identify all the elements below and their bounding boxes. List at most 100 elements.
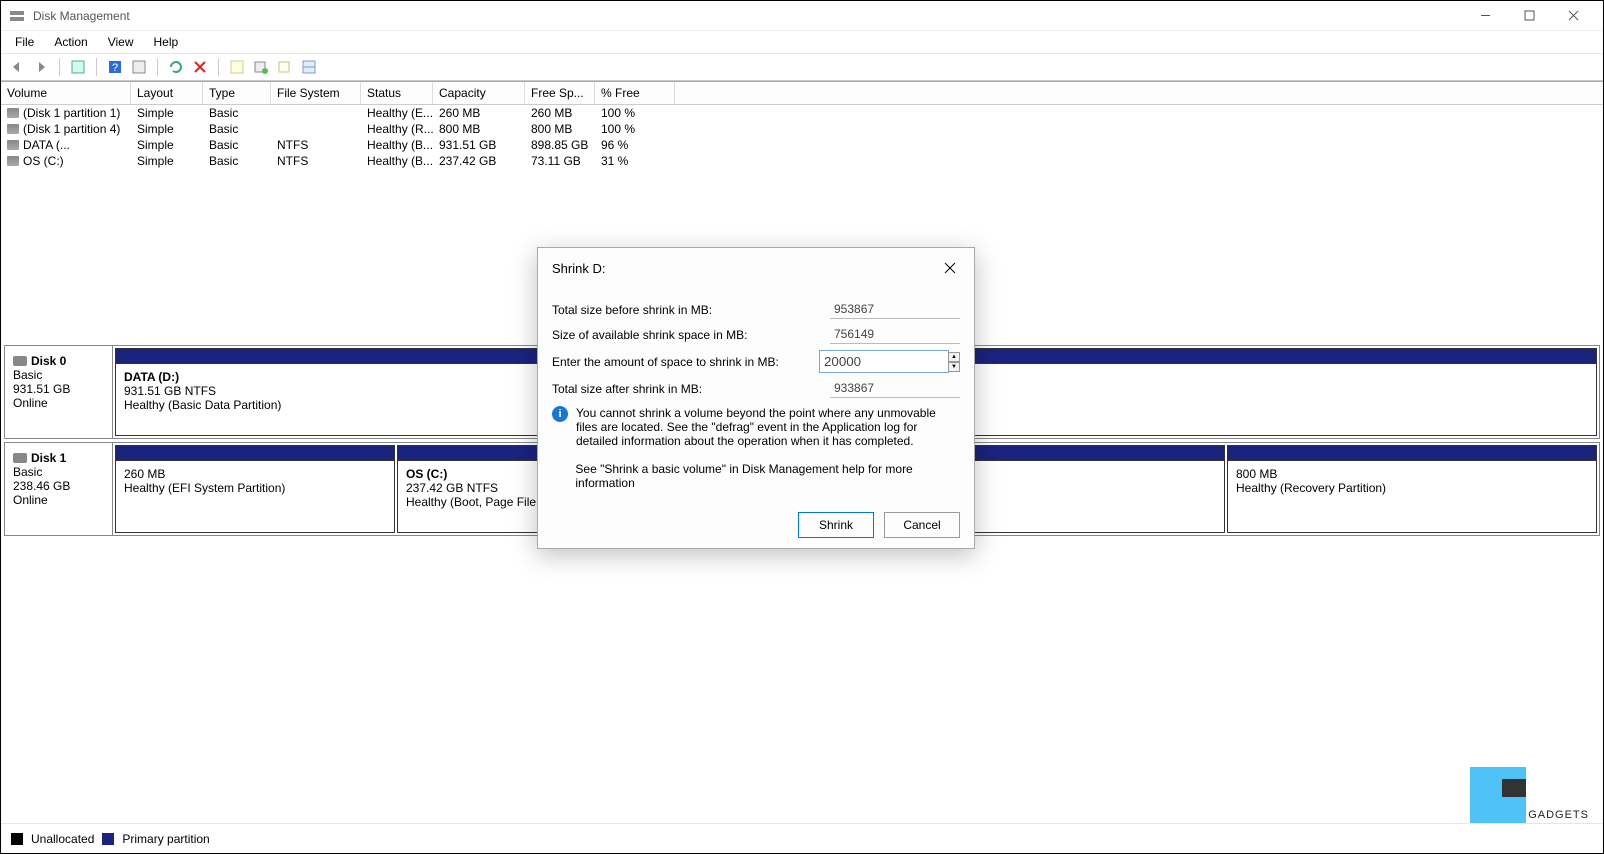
help-icon[interactable]: ? <box>105 57 125 77</box>
cell-fs <box>271 106 361 120</box>
enter-amount-label: Enter the amount of space to shrink in M… <box>552 355 819 369</box>
titlebar: Disk Management <box>1 1 1603 31</box>
cell-fs <box>271 122 361 136</box>
menu-help[interactable]: Help <box>144 33 189 51</box>
partition-size: 800 MB <box>1236 467 1588 481</box>
col-status[interactable]: Status <box>361 82 433 104</box>
maximize-button[interactable] <box>1507 1 1551 31</box>
shrink-dialog: Shrink D: Total size before shrink in MB… <box>537 247 975 549</box>
cell-layout: Simple <box>131 122 203 136</box>
settings-icon[interactable] <box>129 57 149 77</box>
col-pctfree[interactable]: % Free <box>595 82 675 104</box>
cell-type: Basic <box>203 138 271 152</box>
total-before-label: Total size before shrink in MB: <box>552 303 830 317</box>
watermark: GADGETS <box>1470 767 1589 823</box>
minimize-button[interactable] <box>1463 1 1507 31</box>
col-type[interactable]: Type <box>203 82 271 104</box>
dialog-titlebar: Shrink D: <box>538 248 974 288</box>
table-row[interactable]: (Disk 1 partition 1) Simple Basic Health… <box>1 105 1603 121</box>
menubar: File Action View Help <box>1 31 1603 53</box>
volume-table: Volume Layout Type File System Status Ca… <box>1 81 1603 169</box>
svg-text:?: ? <box>112 62 118 74</box>
menu-view[interactable]: View <box>98 33 144 51</box>
col-filesystem[interactable]: File System <box>271 82 361 104</box>
close-button[interactable] <box>1551 1 1595 31</box>
spinner-down-icon[interactable]: ▼ <box>948 362 960 372</box>
shrink-button[interactable]: Shrink <box>798 512 874 538</box>
cell-pct: 96 % <box>595 138 675 152</box>
legend-unallocated: Unallocated <box>31 832 94 846</box>
col-layout[interactable]: Layout <box>131 82 203 104</box>
disk-size: 931.51 GB <box>13 382 104 396</box>
shrink-amount-input[interactable] <box>819 350 949 373</box>
properties-icon[interactable] <box>227 57 247 77</box>
cell-layout: Simple <box>131 106 203 120</box>
cell-status: Healthy (B... <box>361 154 433 168</box>
watermark-text: GADGETS <box>1528 809 1589 823</box>
separator <box>218 58 219 76</box>
cell-free: 800 MB <box>525 122 595 136</box>
partition-header <box>116 446 394 460</box>
volume-icon <box>7 156 19 166</box>
cell-fs: NTFS <box>271 154 361 168</box>
legend-unallocated-swatch <box>11 833 23 845</box>
partition-size: 260 MB <box>124 467 386 481</box>
cancel-button[interactable]: Cancel <box>884 512 960 538</box>
dialog-close-button[interactable] <box>940 258 960 278</box>
watermark-logo <box>1470 767 1526 823</box>
legend-primary-swatch <box>102 833 114 845</box>
col-capacity[interactable]: Capacity <box>433 82 525 104</box>
spinner-up-icon[interactable]: ▲ <box>948 352 960 362</box>
disk-type: Basic <box>13 465 104 479</box>
back-icon[interactable] <box>7 57 27 77</box>
table-row[interactable]: DATA (... Simple Basic NTFS Healthy (B..… <box>1 137 1603 153</box>
col-volume[interactable]: Volume <box>1 82 131 104</box>
disk-name: Disk 1 <box>13 451 104 465</box>
delete-icon[interactable] <box>190 57 210 77</box>
cell-fs: NTFS <box>271 138 361 152</box>
cell-free: 260 MB <box>525 106 595 120</box>
list-icon[interactable] <box>299 57 319 77</box>
legend-primary: Primary partition <box>122 832 209 846</box>
cell-volume: DATA (... <box>1 138 131 152</box>
refresh-icon[interactable] <box>166 57 186 77</box>
menu-action[interactable]: Action <box>44 33 97 51</box>
spinner[interactable]: ▲▼ <box>948 352 960 372</box>
disk-name: Disk 0 <box>13 354 104 368</box>
app-icon <box>9 8 25 24</box>
cell-type: Basic <box>203 106 271 120</box>
cell-volume: OS (C:) <box>1 154 131 168</box>
volume-icon <box>7 140 19 150</box>
table-header: Volume Layout Type File System Status Ca… <box>1 82 1603 105</box>
action2-icon[interactable] <box>275 57 295 77</box>
table-row[interactable]: (Disk 1 partition 4) Simple Basic Health… <box>1 121 1603 137</box>
action-icon[interactable] <box>251 57 271 77</box>
separator <box>59 58 60 76</box>
col-freespace[interactable]: Free Sp... <box>525 82 595 104</box>
cell-status: Healthy (B... <box>361 138 433 152</box>
forward-icon[interactable] <box>31 57 51 77</box>
separator <box>96 58 97 76</box>
dialog-title: Shrink D: <box>552 261 940 276</box>
partition[interactable]: 260 MB Healthy (EFI System Partition) <box>115 445 395 533</box>
table-row[interactable]: OS (C:) Simple Basic NTFS Healthy (B... … <box>1 153 1603 169</box>
disk-info: Disk 1 Basic 238.46 GB Online <box>5 443 113 535</box>
cell-type: Basic <box>203 122 271 136</box>
menu-file[interactable]: File <box>5 33 44 51</box>
cell-status: Healthy (E... <box>361 106 433 120</box>
cell-capacity: 931.51 GB <box>433 138 525 152</box>
view-icon[interactable] <box>68 57 88 77</box>
info-text-2: See "Shrink a basic volume" in Disk Mana… <box>575 462 960 490</box>
cell-capacity: 260 MB <box>433 106 525 120</box>
info-icon: i <box>552 406 568 422</box>
cell-pct: 31 % <box>595 154 675 168</box>
cell-layout: Simple <box>131 138 203 152</box>
window-title: Disk Management <box>33 9 1463 23</box>
statusbar: Unallocated Primary partition <box>1 823 1603 853</box>
partition[interactable]: 800 MB Healthy (Recovery Partition) <box>1227 445 1597 533</box>
disk-size: 238.46 GB <box>13 479 104 493</box>
cell-volume: (Disk 1 partition 1) <box>1 106 131 120</box>
cell-pct: 100 % <box>595 106 675 120</box>
total-after-value: 933867 <box>830 379 960 398</box>
info-text-1: You cannot shrink a volume beyond the po… <box>576 406 960 448</box>
